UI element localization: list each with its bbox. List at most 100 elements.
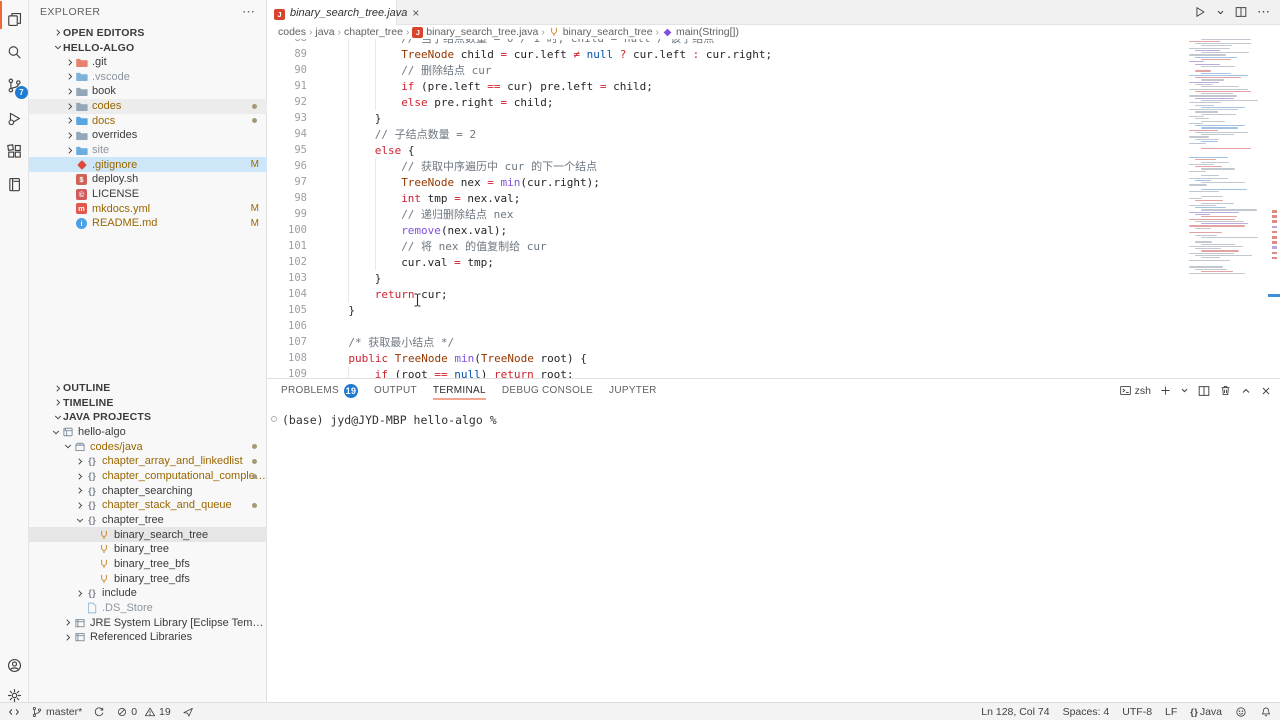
- split-terminal-button[interactable]: [1197, 384, 1211, 398]
- breadcrumb-item-1[interactable]: java: [315, 26, 334, 38]
- jp-item-binary_tree_dfs[interactable]: binary_tree_dfs: [29, 571, 267, 586]
- notebook-icon: [6, 176, 23, 193]
- activity-explorer[interactable]: [0, 4, 29, 34]
- explorer-item-site[interactable]: site: [29, 143, 267, 158]
- breadcrumb-item-0[interactable]: codes: [278, 26, 306, 38]
- split-editor-button[interactable]: [1234, 5, 1248, 19]
- close-panel-button[interactable]: [1260, 385, 1272, 397]
- item-label: binary_tree_bfs: [114, 558, 190, 570]
- explorer-item-mkdocs-yml[interactable]: mmkdocs.ymlM: [29, 201, 267, 216]
- library-icon: [73, 616, 86, 629]
- explorer-item-docs[interactable]: docs: [29, 113, 267, 128]
- breadcrumb-item-5[interactable]: main(String[]): [662, 26, 739, 38]
- panel-tab-terminal[interactable]: TERMINAL: [433, 379, 486, 402]
- terminal-content[interactable]: (base) jyd@JYD-MBP hello-algo %: [267, 405, 1280, 702]
- explorer-item-book[interactable]: book: [29, 84, 267, 99]
- activity-account[interactable]: [0, 650, 29, 680]
- jp-item-JRE-System-Library-Eclipse-Temurin-17-17[interactable]: JRE System Library [Eclipse Temurin 17 […: [29, 615, 267, 630]
- explorer-item--gitignore[interactable]: .gitignoreM: [29, 157, 267, 172]
- explorer-item--git[interactable]: .git: [29, 55, 267, 70]
- minimap-line: [1201, 168, 1235, 169]
- warning-icon: [144, 706, 156, 718]
- minimap-line: [1195, 98, 1234, 99]
- status-notifications[interactable]: [1260, 706, 1272, 718]
- tab-binary-search-tree[interactable]: J binary_search_tree.java ×: [267, 0, 397, 25]
- minimap-line: [1201, 237, 1258, 238]
- jp-item-include[interactable]: { }include: [29, 586, 267, 601]
- minimap-line: [1189, 89, 1248, 90]
- breadcrumb-item-2[interactable]: chapter_tree: [344, 26, 403, 38]
- section-open-editors[interactable]: OPEN EDITORS: [29, 25, 267, 40]
- file-icon: i: [75, 217, 88, 230]
- activity-notebook[interactable]: [0, 169, 29, 199]
- section-java-projects[interactable]: JAVA PROJECTS: [29, 410, 267, 425]
- status-indentation[interactable]: Spaces: 4: [1063, 706, 1110, 718]
- item-label: codes: [92, 100, 121, 112]
- line-number: 104: [267, 288, 307, 300]
- indent-guide: [375, 158, 376, 174]
- explorer-item-codes[interactable]: codes: [29, 99, 267, 114]
- panel-tab-output[interactable]: OUTPUT: [374, 379, 417, 402]
- breadcrumb-item-3[interactable]: Jbinary_search_tree.java: [412, 26, 538, 38]
- activity-extensions[interactable]: [0, 136, 29, 166]
- explorer-item-LICENSE[interactable]: ©LICENSE: [29, 187, 267, 202]
- breadcrumb-item-4[interactable]: binary_search_tree: [548, 26, 653, 38]
- panel-tab-debug-console[interactable]: DEBUG CONSOLE: [502, 379, 593, 402]
- shell-selector[interactable]: zsh: [1119, 384, 1151, 397]
- bottom-panel: PROBLEMS19 OUTPUT TERMINAL DEBUG CONSOLE JUP…: [267, 378, 1280, 702]
- section-outline[interactable]: OUTLINE: [29, 381, 267, 396]
- activity-source-control[interactable]: 7: [0, 70, 29, 100]
- panel-tab-jupyter[interactable]: JUPYTER: [609, 379, 657, 402]
- jp-item--DS_Store[interactable]: .DS_Store: [29, 601, 267, 616]
- tab-close-icon[interactable]: ×: [412, 7, 419, 19]
- panel-tab-problems[interactable]: PROBLEMS19: [281, 379, 358, 402]
- kill-terminal-button[interactable]: [1219, 384, 1232, 397]
- jp-item-chapter_array_and_linkedlist[interactable]: { }chapter_array_and_linkedlist: [29, 454, 267, 469]
- jp-item-chapter_searching[interactable]: { }chapter_searching: [29, 483, 267, 498]
- run-button[interactable]: [1193, 5, 1207, 19]
- minimap[interactable]: [1185, 0, 1270, 378]
- braces-icon: { }: [85, 587, 98, 600]
- status-encoding[interactable]: UTF-8: [1122, 706, 1152, 718]
- minimap-line: [1189, 184, 1207, 185]
- minimap-line: [1195, 207, 1226, 208]
- status-remote[interactable]: [8, 706, 20, 718]
- section-timeline[interactable]: TIMELINE: [29, 395, 267, 410]
- activity-search[interactable]: [0, 37, 29, 67]
- explorer-item-overrides[interactable]: overrides: [29, 128, 267, 143]
- status-eol[interactable]: LF: [1165, 706, 1177, 718]
- status-cursor-position[interactable]: Ln 128, Col 74: [981, 706, 1049, 718]
- status-language[interactable]: { }Java: [1190, 706, 1222, 718]
- explorer-item-README-md[interactable]: iREADME.mdM: [29, 216, 267, 231]
- new-terminal-button[interactable]: [1159, 384, 1172, 397]
- jp-item-chapter_tree[interactable]: { }chapter_tree: [29, 513, 267, 528]
- explorer-more-button[interactable]: ⋯: [242, 4, 256, 20]
- jp-item-chapter_stack_and_queue[interactable]: { }chapter_stack_and_queue: [29, 498, 267, 513]
- jp-item-hello-algo[interactable]: hello-algo: [29, 425, 267, 440]
- jp-item-chapter_computational_complexity[interactable]: { }chapter_computational_complexity: [29, 469, 267, 484]
- run-dropdown[interactable]: [1216, 8, 1225, 17]
- editor-group: 88// 当子结点数量 = 0 / 1 时, child = null / 该子…: [267, 0, 1280, 378]
- code-editor[interactable]: 88// 当子结点数量 = 0 / 1 时, child = null / 该子…: [267, 0, 1185, 378]
- settings-icon: [6, 687, 23, 704]
- jp-item-binary_tree_bfs[interactable]: binary_tree_bfs: [29, 557, 267, 572]
- indent-guide: [375, 78, 376, 94]
- jp-item-codes-java[interactable]: codes/java: [29, 439, 267, 454]
- status-feedback[interactable]: [1235, 706, 1247, 718]
- section-hello-algo[interactable]: HELLO-ALGO: [29, 40, 267, 55]
- status-sync[interactable]: [93, 706, 105, 718]
- status-java-status[interactable]: [182, 706, 194, 718]
- library-icon: [73, 631, 86, 644]
- maximize-panel-button[interactable]: [1240, 385, 1252, 397]
- status-branch[interactable]: master*: [31, 706, 82, 718]
- jp-item-Referenced-Libraries[interactable]: Referenced Libraries: [29, 630, 267, 645]
- activity-run-debug[interactable]: [0, 103, 29, 133]
- indent-guide: [348, 142, 349, 158]
- explorer-item--vscode[interactable]: .vscode: [29, 69, 267, 84]
- terminal-dropdown[interactable]: [1180, 386, 1189, 395]
- status-problems[interactable]: 019: [116, 706, 171, 718]
- editor-more-button[interactable]: ⋯: [1257, 4, 1271, 20]
- explorer-item-deploy-sh[interactable]: $deploy.sh: [29, 172, 267, 187]
- jp-item-binary_tree[interactable]: binary_tree: [29, 542, 267, 557]
- jp-item-binary_search_tree[interactable]: binary_search_tree: [29, 527, 267, 542]
